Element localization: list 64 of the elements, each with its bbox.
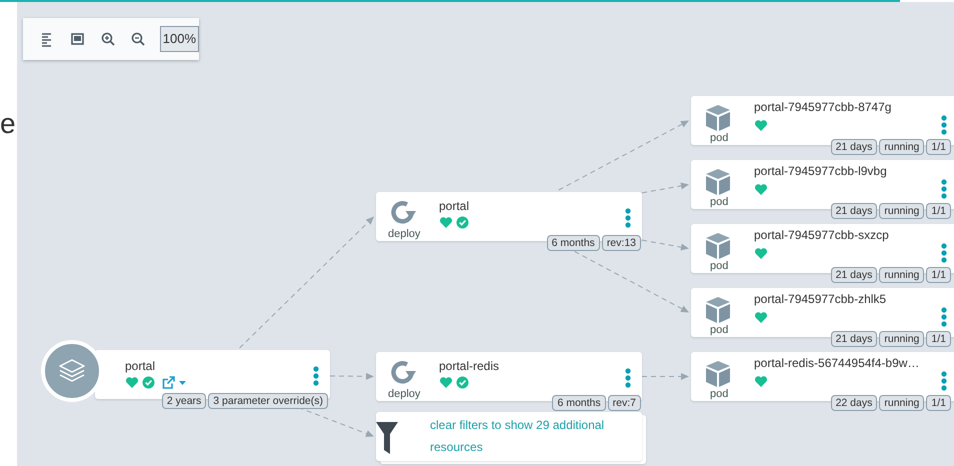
zoom-level: 100% [160, 26, 199, 52]
refresh-icon [390, 360, 416, 386]
clear-filters-link[interactable]: clear filters to show 29 additional resources [430, 414, 630, 458]
filter-icon [376, 422, 398, 454]
layers-icon [58, 358, 86, 384]
more-menu-button[interactable] [941, 241, 947, 265]
heading-text: e [0, 110, 16, 138]
kind-label: deploy [388, 389, 420, 400]
node-name: portal-7945977cbb-8747g [754, 100, 892, 114]
more-menu-button[interactable] [625, 206, 631, 230]
fit-screen-icon [70, 32, 84, 46]
kind-label: pod [710, 325, 728, 336]
tag: 2 years [162, 393, 206, 409]
tag: running [879, 395, 924, 411]
tag: 21 days [830, 331, 878, 347]
tag: 1/1 [926, 331, 951, 347]
cube-icon [705, 232, 731, 260]
more-menu-button[interactable] [941, 177, 947, 201]
more-menu-button[interactable] [313, 364, 319, 388]
cube-icon [705, 296, 731, 324]
tag: rev:7 [608, 395, 641, 411]
node-name: portal [125, 359, 156, 374]
node-name: portal-7945977cbb-sxzcp [754, 228, 889, 242]
tag: 1/1 [926, 203, 951, 219]
tag: rev:13 [602, 235, 641, 251]
kind-label: pod [710, 261, 728, 272]
more-menu-button[interactable] [941, 369, 947, 393]
tag: running [879, 267, 924, 283]
tag: running [879, 139, 924, 155]
refresh-icon [390, 200, 416, 226]
external-link-icon[interactable] [162, 376, 175, 389]
tag: 6 months [552, 395, 606, 411]
kind-label: pod [710, 197, 728, 208]
zoom-out-icon [131, 32, 146, 46]
node-name: portal-redis-56744954f4-b9w… [754, 356, 920, 370]
cube-icon [705, 168, 731, 196]
node-name: portal [439, 199, 470, 214]
tag: 21 days [830, 203, 878, 219]
node-name: portal-redis [439, 359, 500, 374]
tag: 3 parameter override(s) [208, 393, 328, 409]
edge-arrow [330, 372, 374, 380]
more-menu-button[interactable] [941, 113, 947, 137]
tag: running [879, 331, 924, 347]
tag: 1/1 [926, 139, 951, 155]
zoom-in-icon [100, 32, 115, 46]
tag: 21 days [830, 139, 878, 155]
tag: running [879, 203, 924, 219]
kind-label: deploy [388, 229, 420, 240]
more-menu-button[interactable] [625, 366, 631, 390]
caret-icon[interactable] [178, 380, 187, 386]
more-menu-button[interactable] [941, 305, 947, 329]
node-name: portal-7945977cbb-zhlk5 [754, 292, 886, 306]
cube-icon [705, 104, 731, 132]
edge-arrow [642, 373, 689, 380]
kind-label: pod [710, 389, 728, 400]
tag: 1/1 [926, 267, 951, 283]
cube-icon [705, 360, 731, 388]
tag: 21 days [830, 267, 878, 283]
kind-label: pod [710, 133, 728, 144]
tag: 1/1 [926, 395, 951, 411]
list-icon [40, 32, 52, 46]
tag: 22 days [830, 395, 878, 411]
node-name: portal-7945977cbb-l9vbg [754, 164, 887, 178]
tag: 6 months [546, 235, 600, 251]
